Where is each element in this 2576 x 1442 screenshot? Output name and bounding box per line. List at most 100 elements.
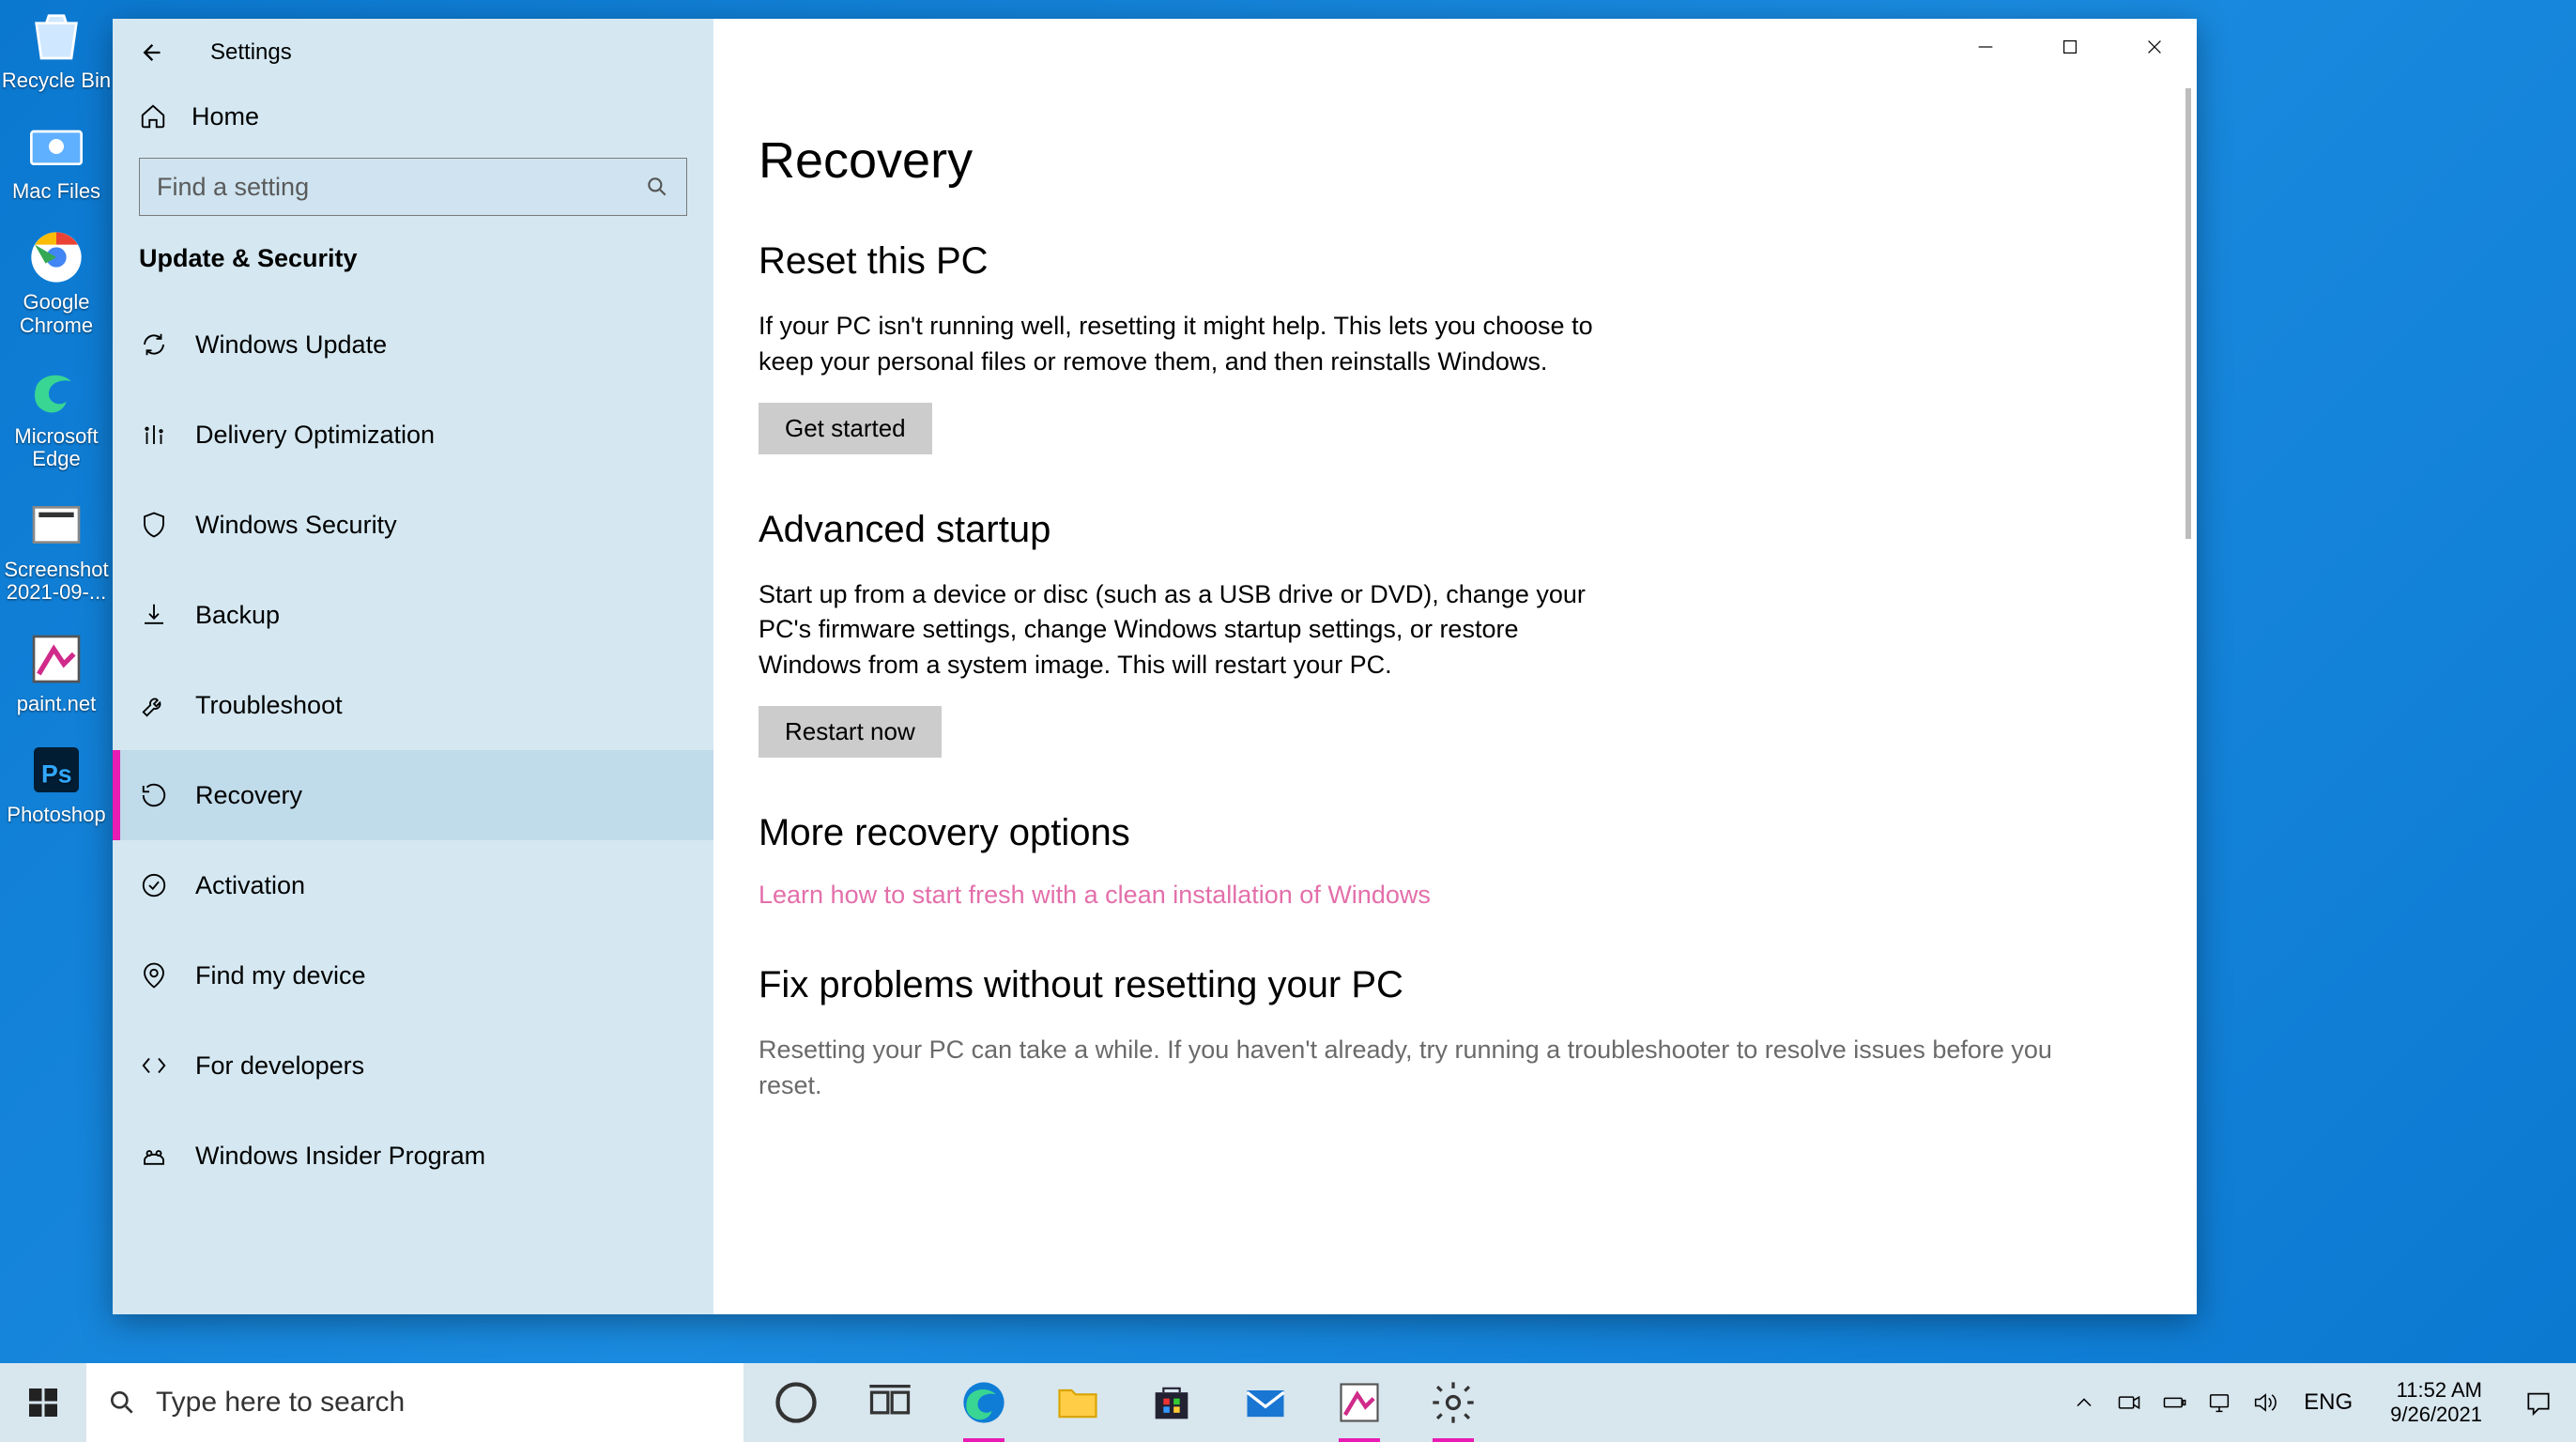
desktop-icon-label: Mac Files bbox=[12, 180, 100, 203]
taskbar-settings[interactable] bbox=[1429, 1378, 1478, 1427]
nav-find-my-device[interactable]: Find my device bbox=[113, 930, 713, 1020]
desktop-icon-paintnet[interactable]: paint.net bbox=[0, 629, 113, 715]
tray-language[interactable]: ENG bbox=[2296, 1389, 2360, 1416]
nav-windows-insider[interactable]: Windows Insider Program bbox=[113, 1111, 713, 1201]
chrome-icon bbox=[26, 227, 86, 287]
tray-clock[interactable]: 11:52 AM 9/26/2021 bbox=[2379, 1378, 2493, 1428]
minimize-icon bbox=[1975, 37, 1996, 57]
section-heading: Advanced startup bbox=[759, 509, 2152, 551]
desktop-icon-chrome[interactable]: Google Chrome bbox=[0, 227, 113, 336]
nav-list: Windows Update Delivery Optimization Win… bbox=[113, 299, 713, 1201]
settings-window: Settings Home Update & Security Windows … bbox=[113, 19, 2197, 1314]
taskbar-store[interactable] bbox=[1147, 1378, 1196, 1427]
desktop-icon-mac-files[interactable]: Mac Files bbox=[0, 116, 113, 203]
tray-battery[interactable] bbox=[2161, 1389, 2187, 1416]
maximize-button[interactable] bbox=[2028, 19, 2112, 75]
desktop-icon-screenshot[interactable]: Screenshot 2021-09-... bbox=[0, 495, 113, 604]
image-file-icon bbox=[26, 495, 86, 555]
desktop-icon-recycle-bin[interactable]: Recycle Bin bbox=[0, 6, 113, 92]
desktop-icon-label: Recycle Bin bbox=[2, 69, 111, 92]
category-header: Update & Security bbox=[113, 233, 713, 299]
system-tray: ENG 11:52 AM 9/26/2021 bbox=[2071, 1363, 2576, 1442]
nav-windows-security[interactable]: Windows Security bbox=[113, 480, 713, 570]
maximize-icon bbox=[2060, 37, 2080, 57]
nav-troubleshoot[interactable]: Troubleshoot bbox=[113, 660, 713, 750]
paintnet-icon bbox=[1335, 1378, 1384, 1427]
nav-item-label: Activation bbox=[195, 871, 305, 900]
desktop-icon-edge[interactable]: Microsoft Edge bbox=[0, 361, 113, 470]
task-view-button[interactable] bbox=[866, 1378, 914, 1427]
section-body: If your PC isn't running well, resetting… bbox=[759, 309, 1603, 380]
section-fix-problems: Fix problems without resetting your PC R… bbox=[759, 964, 2152, 1104]
taskbar-explorer[interactable] bbox=[1053, 1378, 1102, 1427]
nav-for-developers[interactable]: For developers bbox=[113, 1020, 713, 1111]
back-button[interactable] bbox=[131, 34, 169, 71]
location-icon bbox=[139, 960, 169, 990]
get-started-button[interactable]: Get started bbox=[759, 403, 932, 454]
taskbar-mail[interactable] bbox=[1241, 1378, 1290, 1427]
nav-home-label: Home bbox=[192, 102, 259, 131]
code-icon bbox=[139, 1051, 169, 1081]
app-title: Settings bbox=[210, 39, 292, 66]
taskbar-search[interactable]: Type here to search bbox=[86, 1363, 744, 1442]
nav-item-label: Troubleshoot bbox=[195, 691, 343, 720]
settings-search[interactable] bbox=[139, 158, 687, 216]
taskbar-paintnet[interactable] bbox=[1335, 1378, 1384, 1427]
search-icon bbox=[645, 175, 669, 199]
window-controls bbox=[1943, 19, 2197, 75]
svg-text:Ps: Ps bbox=[41, 759, 72, 788]
section-reset-pc: Reset this PC If your PC isn't running w… bbox=[759, 240, 2152, 454]
insider-icon bbox=[139, 1141, 169, 1171]
taskbar: Type here to search ENG 11:52 AM 9/26/20… bbox=[0, 1363, 2576, 1442]
desktop-icon-photoshop[interactable]: Ps Photoshop bbox=[0, 740, 113, 826]
tray-network[interactable] bbox=[2206, 1389, 2232, 1416]
nav-home[interactable]: Home bbox=[113, 86, 713, 146]
titlebar-left: Settings bbox=[113, 19, 713, 86]
recovery-icon bbox=[139, 780, 169, 810]
tray-date: 9/26/2021 bbox=[2390, 1403, 2482, 1427]
page-title: Recovery bbox=[759, 131, 2152, 190]
speaker-icon bbox=[2251, 1389, 2277, 1416]
search-icon bbox=[107, 1388, 137, 1418]
mail-icon bbox=[1241, 1378, 1290, 1427]
paintnet-icon bbox=[26, 629, 86, 689]
nav-item-label: Backup bbox=[195, 601, 280, 630]
section-heading: Reset this PC bbox=[759, 240, 2152, 283]
nav-item-label: Windows Security bbox=[195, 511, 397, 540]
nav-windows-update[interactable]: Windows Update bbox=[113, 299, 713, 390]
section-body: Resetting your PC can take a while. If y… bbox=[759, 1033, 2101, 1104]
nav-delivery-optimization[interactable]: Delivery Optimization bbox=[113, 390, 713, 480]
start-button[interactable] bbox=[0, 1363, 86, 1442]
gear-icon bbox=[1429, 1378, 1478, 1427]
nav-backup[interactable]: Backup bbox=[113, 570, 713, 660]
desktop-icon-label: Microsoft Edge bbox=[0, 425, 113, 470]
tray-meet-now[interactable] bbox=[2116, 1389, 2142, 1416]
action-center-button[interactable] bbox=[2512, 1388, 2565, 1418]
scrollbar[interactable] bbox=[2185, 88, 2191, 539]
recycle-bin-icon bbox=[26, 6, 86, 66]
search-wrap bbox=[113, 146, 713, 233]
store-icon bbox=[1147, 1378, 1196, 1427]
notification-icon bbox=[2523, 1388, 2553, 1418]
learn-fresh-install-link[interactable]: Learn how to start fresh with a clean in… bbox=[759, 881, 1431, 909]
photoshop-icon: Ps bbox=[26, 740, 86, 800]
settings-sidebar: Settings Home Update & Security Windows … bbox=[113, 19, 713, 1314]
nav-item-label: Recovery bbox=[195, 781, 302, 810]
home-icon bbox=[139, 102, 167, 130]
close-icon bbox=[2144, 37, 2165, 57]
shield-icon bbox=[139, 510, 169, 540]
cortana-button[interactable] bbox=[772, 1378, 820, 1427]
section-advanced-startup: Advanced startup Start up from a device … bbox=[759, 509, 2152, 758]
tray-expand[interactable] bbox=[2071, 1389, 2097, 1416]
desktop-icon-label: Google Chrome bbox=[0, 291, 113, 336]
tray-volume[interactable] bbox=[2251, 1389, 2277, 1416]
edge-icon bbox=[959, 1378, 1008, 1427]
section-heading: Fix problems without resetting your PC bbox=[759, 964, 2152, 1006]
nav-activation[interactable]: Activation bbox=[113, 840, 713, 930]
taskbar-edge[interactable] bbox=[959, 1378, 1008, 1427]
restart-now-button[interactable]: Restart now bbox=[759, 706, 942, 758]
minimize-button[interactable] bbox=[1943, 19, 2028, 75]
settings-search-input[interactable] bbox=[157, 173, 645, 202]
nav-recovery[interactable]: Recovery bbox=[113, 750, 713, 840]
close-button[interactable] bbox=[2112, 19, 2197, 75]
